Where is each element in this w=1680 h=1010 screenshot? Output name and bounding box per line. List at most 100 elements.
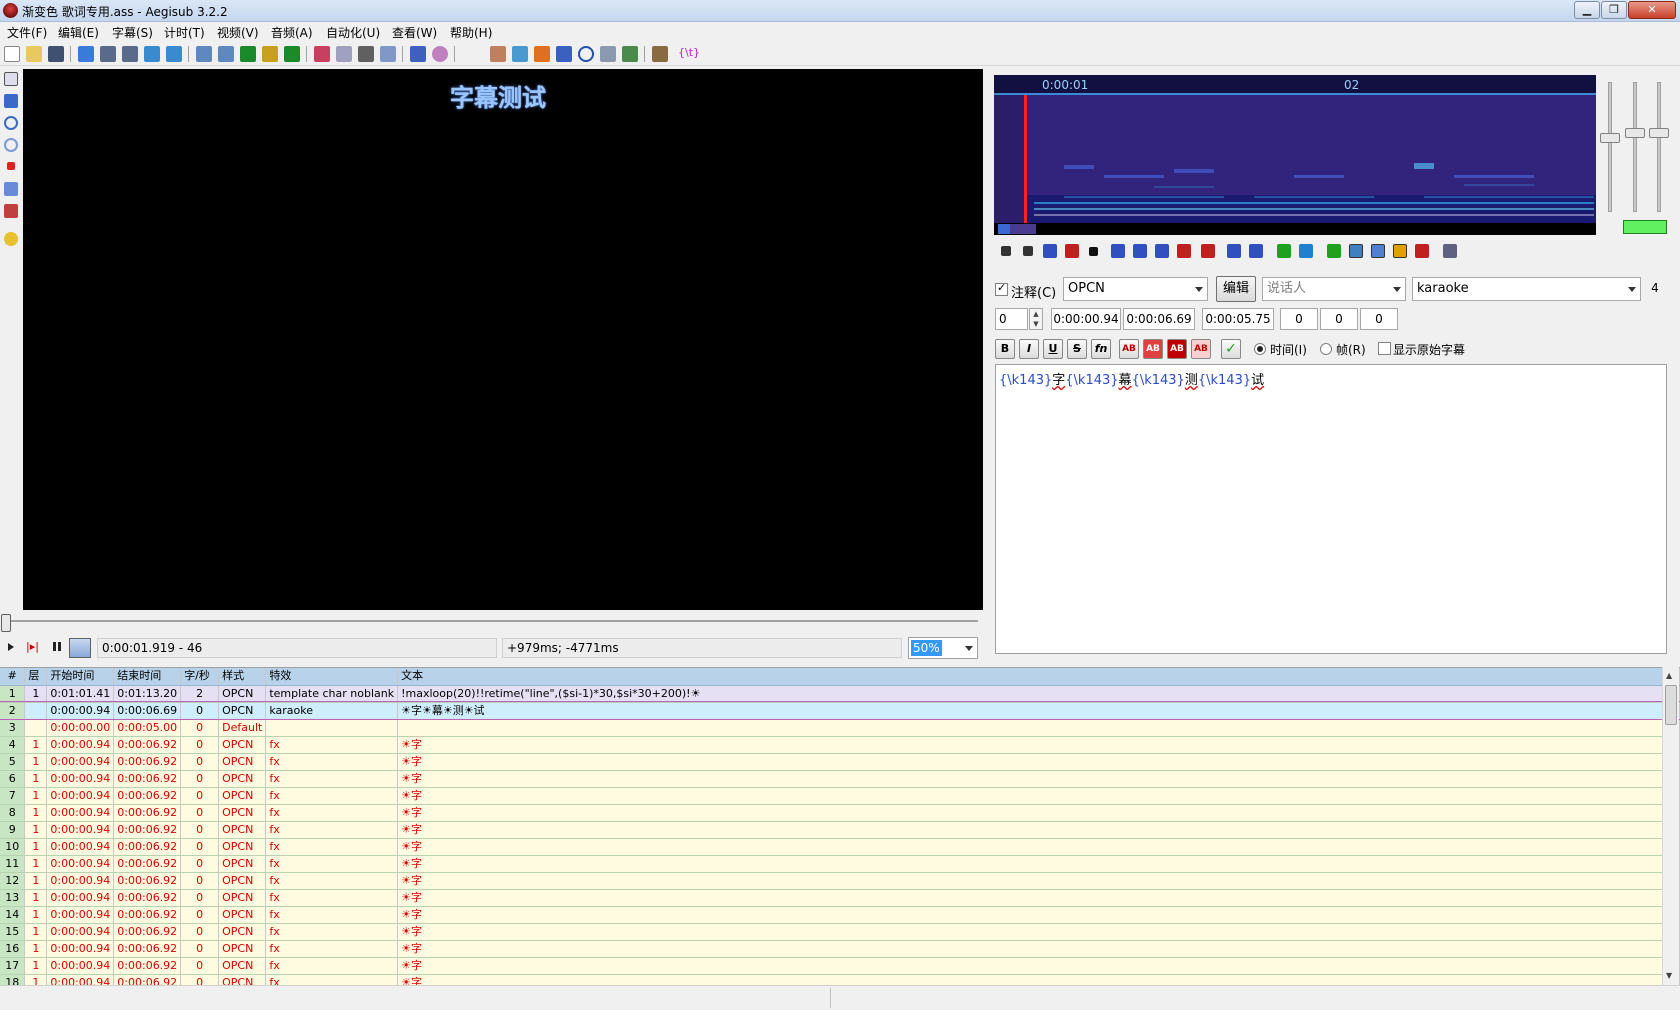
table-row[interactable]: 2 0:00:00.94 0:00:06.69 0 OPCN karaoke ☀字☀幕☀测☀…	[0, 701, 1680, 720]
menu-view[interactable]: 查看(W)	[392, 24, 437, 41]
col-header-style[interactable]: 样式	[218, 668, 267, 686]
pause-icon[interactable]	[53, 642, 56, 651]
audio-zoom-slider[interactable]	[1600, 133, 1620, 143]
vector-clip-tool-icon[interactable]	[4, 204, 18, 218]
commit-check-icon[interactable]: ✓	[1221, 339, 1241, 359]
table-row[interactable]: 12 1 0:00:00.94 0:00:06.92 0 OPCN fx ☀字	[0, 872, 1680, 890]
zoom-in-icon[interactable]	[100, 46, 116, 62]
grid-scrollbar[interactable]: ▲ ▼	[1662, 667, 1679, 985]
automation-icon[interactable]	[410, 46, 426, 62]
duration-field[interactable]: 0:00:05.75	[1202, 308, 1274, 330]
audio-scrollbar[interactable]	[994, 223, 1596, 235]
menu-automation[interactable]: 自动化(U)	[326, 24, 380, 41]
subtitle-text-editor[interactable]: {\k143}字{\k143}幕{\k143}测{\k143}试	[995, 364, 1667, 654]
time-radio[interactable]	[1254, 343, 1266, 355]
frame-radio[interactable]	[1320, 343, 1332, 355]
attachments-icon[interactable]	[218, 46, 234, 62]
table-row[interactable]: 15 1 0:00:00.94 0:00:06.92 0 OPCN fx ☀字	[0, 923, 1680, 941]
auto-commit-icon[interactable]	[1327, 244, 1341, 258]
play-current-line-icon[interactable]	[1065, 244, 1079, 258]
col-header-effect[interactable]: 特效	[265, 668, 399, 686]
menu-help[interactable]: 帮助(H)	[450, 24, 492, 41]
start-time-field[interactable]: 0:00:00.94	[1051, 308, 1121, 330]
play-line-icon[interactable]: |▸|	[26, 640, 39, 653]
italic-button[interactable]: I	[1019, 339, 1039, 359]
open-file-icon[interactable]	[26, 46, 42, 62]
table-row[interactable]: 17 1 0:00:00.94 0:00:06.92 0 OPCN fx ☀字	[0, 957, 1680, 975]
fonts-collector-icon[interactable]	[240, 46, 256, 62]
play-to-end-icon[interactable]	[1201, 244, 1215, 258]
col-header-start[interactable]: 开始时间	[46, 668, 115, 686]
actor-dropdown[interactable]: 说话人	[1262, 277, 1406, 301]
play-before-end-icon[interactable]	[1155, 244, 1169, 258]
play-after-start-icon[interactable]	[1133, 244, 1147, 258]
audio-spectrum-display[interactable]: 0:00:01 02	[994, 75, 1596, 235]
layer-field[interactable]: 0	[995, 308, 1028, 330]
bold-button[interactable]: B	[995, 339, 1015, 359]
properties-icon[interactable]	[336, 46, 352, 62]
table-row[interactable]: 14 1 0:00:00.94 0:00:06.92 0 OPCN fx ☀字	[0, 906, 1680, 924]
style-dropdown[interactable]: OPCN	[1063, 277, 1208, 301]
audio-vzoom-slider[interactable]	[1649, 128, 1669, 138]
select-lines-icon[interactable]	[600, 46, 616, 62]
snap-start-icon[interactable]	[490, 46, 506, 62]
table-row[interactable]: 7 1 0:00:00.94 0:00:06.92 0 OPCN fx ☀字	[0, 787, 1680, 805]
kanji-timer-icon[interactable]	[284, 46, 300, 62]
shadow-color-button[interactable]: AB	[1191, 339, 1211, 359]
scroll-up-icon[interactable]: ▲	[1666, 671, 1672, 680]
rotate-xy-tool-icon[interactable]	[4, 138, 18, 152]
zoom-out-icon[interactable]	[122, 46, 138, 62]
snap-end-icon[interactable]	[512, 46, 528, 62]
edit-style-button[interactable]: 编辑	[1216, 276, 1256, 302]
auto-scroll-toggle[interactable]	[69, 638, 91, 658]
menu-video[interactable]: 视频(V)	[217, 24, 259, 41]
menu-timing[interactable]: 计时(T)	[164, 24, 205, 41]
margin-right-field[interactable]: 0	[1320, 308, 1358, 330]
scroll-down-icon[interactable]: ▼	[1666, 971, 1672, 980]
strikeout-button[interactable]: S	[1067, 339, 1087, 359]
tools-icon[interactable]	[652, 46, 668, 62]
commit-icon[interactable]	[1277, 244, 1291, 258]
options-icon[interactable]	[622, 46, 638, 62]
lead-in-icon[interactable]	[1227, 244, 1241, 258]
menu-subtitle[interactable]: 字幕(S)	[112, 24, 153, 41]
minimize-button[interactable]: ▁	[1574, 1, 1600, 19]
table-row[interactable]: 3 0:00:00.00 0:00:05.00 0 Default	[0, 719, 1680, 737]
effect-dropdown[interactable]: karaoke	[1412, 277, 1641, 301]
margin-left-field[interactable]: 0	[1280, 308, 1318, 330]
menu-edit[interactable]: 编辑(E)	[58, 24, 99, 41]
auto-next-icon[interactable]	[1349, 244, 1363, 258]
rotate-z-tool-icon[interactable]	[4, 116, 18, 130]
table-row[interactable]: 13 1 0:00:00.94 0:00:06.92 0 OPCN fx ☀字	[0, 889, 1680, 907]
col-header-text[interactable]: 文本	[397, 668, 1680, 686]
margin-vertical-field[interactable]: 0	[1360, 308, 1398, 330]
underline-button[interactable]: U	[1043, 339, 1063, 359]
table-row[interactable]: 1 1 0:01:01.41 0:01:13.20 2 OPCN template char…	[0, 685, 1680, 703]
table-row[interactable]: 10 1 0:00:00.94 0:00:06.92 0 OPCN fx ☀字	[0, 838, 1680, 856]
video-open-icon[interactable]	[144, 46, 160, 62]
chevron-down-icon[interactable]	[965, 646, 973, 651]
play-selection-icon[interactable]	[1043, 244, 1057, 258]
audio-link-toggle[interactable]	[1623, 220, 1667, 234]
table-row[interactable]: 5 1 0:00:00.94 0:00:06.92 0 OPCN fx ☀字	[0, 753, 1680, 771]
table-row[interactable]: 11 1 0:00:00.94 0:00:06.92 0 OPCN fx ☀字	[0, 855, 1680, 873]
col-header-end[interactable]: 结束时间	[113, 668, 182, 686]
show-original-checkbox[interactable]	[1378, 342, 1391, 355]
new-file-icon[interactable]	[4, 46, 20, 62]
next-line-icon[interactable]	[1023, 246, 1033, 256]
stop-icon[interactable]	[556, 46, 572, 62]
help-icon[interactable]	[4, 232, 18, 246]
layer-spinner[interactable]: ▲ ▼	[1029, 308, 1043, 330]
table-row[interactable]: 16 1 0:00:00.94 0:00:06.92 0 OPCN fx ☀字	[0, 940, 1680, 958]
menu-audio[interactable]: 音频(A)	[271, 24, 313, 41]
col-header-number[interactable]: #	[0, 668, 26, 686]
comment-checkbox[interactable]: ✓	[995, 281, 1008, 296]
table-row[interactable]: 6 1 0:00:00.94 0:00:06.92 0 OPCN fx ☀字	[0, 770, 1680, 788]
table-row[interactable]: 4 1 0:00:00.94 0:00:06.92 0 OPCN fx ☀字	[0, 736, 1680, 754]
play-after-end-icon[interactable]	[1177, 244, 1191, 258]
video-seek-thumb[interactable]	[1, 614, 11, 632]
styles-manager-icon[interactable]	[196, 46, 212, 62]
col-header-layer[interactable]: 层	[24, 668, 48, 686]
secondary-color-button[interactable]: AB	[1143, 339, 1163, 359]
table-row[interactable]: 18 1 0:00:00.94 0:00:06.92 0 OPCN fx ☀字	[0, 974, 1680, 985]
